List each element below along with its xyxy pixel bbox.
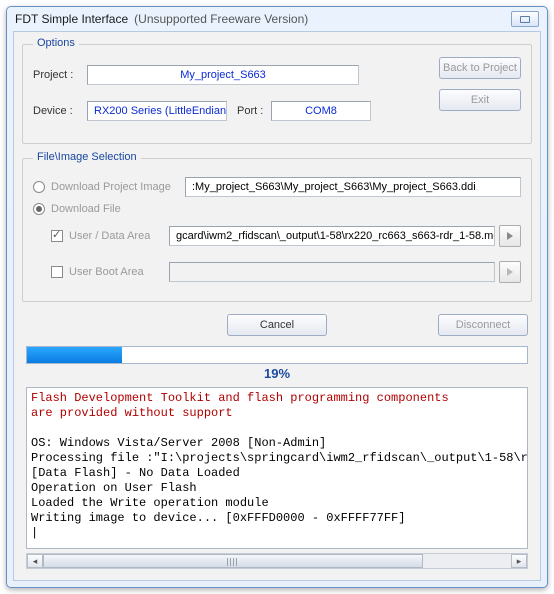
- port-field: COM8: [271, 101, 371, 121]
- scroll-right-arrow-icon[interactable]: ▸: [511, 554, 527, 568]
- device-label: Device :: [33, 105, 87, 117]
- exit-button[interactable]: Exit: [439, 89, 521, 111]
- download-file-radio[interactable]: [33, 203, 45, 215]
- window-icon: [520, 16, 530, 23]
- project-image-path: :My_project_S663\My_project_S663\My_proj…: [185, 177, 521, 197]
- user-boot-browse-button[interactable]: [499, 261, 521, 283]
- play-icon: [507, 268, 513, 276]
- download-file-label: Download File: [51, 203, 121, 215]
- project-label: Project :: [33, 69, 87, 81]
- disconnect-button[interactable]: Disconnect: [438, 314, 528, 336]
- user-data-area-path[interactable]: gcard\iwm2_rfidscan\_output\1-58\rx220_r…: [169, 226, 495, 246]
- user-data-area-check[interactable]: [51, 230, 63, 242]
- port-label: Port :: [237, 105, 271, 117]
- file-selection-group: File\Image Selection Download Project Im…: [22, 158, 532, 302]
- user-boot-area-path[interactable]: [169, 262, 495, 282]
- log-panel[interactable]: Flash Development Toolkit and flash prog…: [26, 387, 528, 549]
- play-icon: [507, 232, 513, 240]
- window-subtitle: (Unsupported Freeware Version): [134, 12, 308, 26]
- project-field: My_project_S663: [87, 65, 359, 85]
- device-field: RX200 Series (LittleEndian): [87, 101, 227, 121]
- options-legend: Options: [33, 37, 79, 49]
- cancel-button[interactable]: Cancel: [227, 314, 327, 336]
- options-group: Options Back to Project Exit Project : M…: [22, 44, 532, 144]
- title-bar[interactable]: FDT Simple Interface (Unsupported Freewa…: [7, 7, 547, 31]
- log-text: Flash Development Toolkit and flash prog…: [31, 391, 523, 541]
- file-selection-legend: File\Image Selection: [33, 151, 141, 163]
- maximize-button[interactable]: [511, 11, 539, 27]
- user-data-area-label: User / Data Area: [69, 230, 169, 242]
- progress-bar: [26, 346, 528, 364]
- download-project-image-label: Download Project Image: [51, 181, 185, 193]
- app-window: FDT Simple Interface (Unsupported Freewa…: [6, 6, 548, 588]
- download-project-image-radio[interactable]: [33, 181, 45, 193]
- progress-fill: [27, 347, 122, 363]
- user-boot-area-label: User Boot Area: [69, 266, 169, 278]
- user-data-browse-button[interactable]: [499, 225, 521, 247]
- scroll-left-arrow-icon[interactable]: ◂: [27, 554, 43, 568]
- user-boot-area-check[interactable]: [51, 266, 63, 278]
- client-area: Options Back to Project Exit Project : M…: [13, 31, 541, 581]
- log-horizontal-scrollbar[interactable]: ◂ ▸: [26, 553, 528, 569]
- back-to-project-button[interactable]: Back to Project: [439, 57, 521, 79]
- window-title: FDT Simple Interface: [15, 12, 128, 26]
- scroll-thumb[interactable]: [43, 554, 423, 568]
- progress-label: 19%: [22, 366, 532, 381]
